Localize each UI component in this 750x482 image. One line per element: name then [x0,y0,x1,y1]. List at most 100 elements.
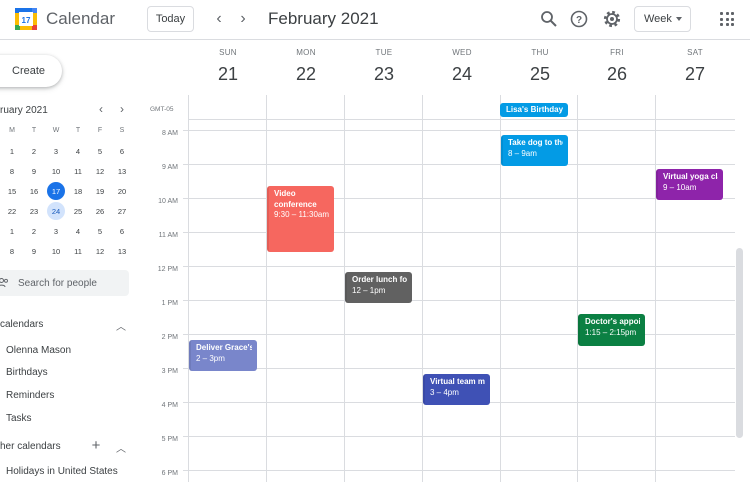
event-doctor[interactable]: Doctor's appointment 1:15 – 2:15pm [578,314,645,346]
mini-dow: S [119,126,125,134]
event-deliver-gift[interactable]: Deliver Grace's gift 2 – 3pm [189,340,257,371]
google-apps-grid-icon[interactable] [720,12,734,26]
calendar-item[interactable]: Reminders [6,390,54,401]
calendar-item[interactable]: Olenna Mason [6,345,71,356]
mini-prev-month-icon[interactable]: ‹ [94,102,108,116]
day-of-week: SUN [219,48,237,57]
next-week-button[interactable]: › [233,9,253,29]
event-time: 9 – 10am [663,182,697,192]
hour-line [183,130,735,131]
hour-label: 10 AM [158,198,178,205]
day-number: 22 [295,64,317,84]
search-people-input[interactable]: Search for people [0,270,129,296]
add-calendar-plus-icon[interactable]: + [90,437,102,454]
today-button[interactable]: Today [147,6,194,32]
mini-day[interactable]: 3 [47,222,65,240]
mini-day[interactable]: 18 [69,182,87,200]
day-header-thu[interactable]: THU 25 [501,48,579,85]
mini-day[interactable]: 12 [91,242,109,260]
mini-day[interactable]: 23 [25,202,43,220]
mini-day[interactable]: 8 [3,242,21,260]
day-number: 21 [217,64,239,84]
my-calendars-header[interactable]: calendars [0,319,43,330]
all-day-divider [188,119,735,120]
mini-next-month-icon[interactable]: › [115,102,129,116]
mini-day[interactable]: 25 [69,202,87,220]
hour-line [183,368,735,369]
day-of-week: THU [531,48,549,57]
day-of-week: WED [452,48,472,57]
hour-line [183,436,735,437]
mini-day[interactable]: 6 [113,222,131,240]
mini-day[interactable]: 13 [113,242,131,260]
view-selector[interactable]: Week [634,6,691,32]
mini-day[interactable]: 20 [113,182,131,200]
day-header-sun[interactable]: SUN 21 [189,48,267,85]
day-header-mon[interactable]: MON 22 [267,48,345,85]
mini-day[interactable]: 19 [91,182,109,200]
mini-day[interactable]: 16 [25,182,43,200]
mini-day[interactable]: 12 [91,162,109,180]
mini-day[interactable]: 2 [25,222,43,240]
mini-day[interactable]: 11 [69,162,87,180]
chevron-right-icon: › [240,10,246,27]
day-header-sat[interactable]: SAT 27 [656,48,734,85]
search-icon[interactable] [539,9,559,29]
mini-day[interactable]: 15 [3,182,21,200]
event-title: Virtual team meeting [430,377,485,386]
mini-day[interactable]: 4 [69,222,87,240]
mini-day[interactable]: 26 [91,202,109,220]
mini-day[interactable]: 5 [91,222,109,240]
event-video-conference[interactable]: Video conference 9:30 – 11:30am [267,186,334,252]
mini-day[interactable]: 5 [91,142,109,160]
help-icon[interactable]: ? [569,9,589,29]
chevron-up-icon[interactable]: ︿ [115,441,127,455]
event-yoga[interactable]: Virtual yoga class 9 – 10am [656,169,723,200]
mini-day[interactable]: 2 [25,142,43,160]
calendar-item[interactable]: Birthdays [6,367,48,378]
settings-gear-icon[interactable] [602,9,622,29]
current-month-title: February 2021 [268,9,379,28]
event-virtual-team[interactable]: Virtual team meeting 3 – 4pm [423,374,490,405]
hour-label: 1 PM [161,300,178,307]
mini-day[interactable]: 11 [69,242,87,260]
calendar-item[interactable]: Holidays in United States [6,466,118,477]
day-header-fri[interactable]: FRI 26 [578,48,656,85]
mini-day[interactable]: 22 [3,202,21,220]
event-dog-vet[interactable]: Take dog to the vet 8 – 9am [501,135,568,166]
mini-day-selected[interactable]: 24 [47,202,65,220]
mini-day[interactable]: 13 [113,162,131,180]
mini-day[interactable]: 9 [25,242,43,260]
hour-label: 9 AM [162,164,178,171]
hour-line [183,164,735,165]
day-number: 26 [606,64,628,84]
day-header-wed[interactable]: WED 24 [423,48,501,85]
hour-line [183,198,735,199]
day-number: 23 [373,64,395,84]
event-order-lunch[interactable]: Order lunch for office 12 – 1pm [345,272,412,303]
mini-day[interactable]: 27 [113,202,131,220]
hour-label: 3 PM [161,368,178,375]
chevron-up-icon[interactable]: ︿ [115,319,127,333]
hour-line [183,266,735,267]
mini-day-today[interactable]: 17 [47,182,65,200]
chevron-down-icon [676,17,682,21]
calendar-item[interactable]: Tasks [6,413,32,424]
day-header-tue[interactable]: TUE 23 [345,48,423,85]
other-calendars-header[interactable]: her calendars [0,441,61,452]
create-button[interactable]: Create [0,55,62,87]
mini-day[interactable]: 10 [47,242,65,260]
allday-event-birthday[interactable]: Lisa's Birthday [500,103,568,117]
search-people-placeholder: Search for people [18,277,97,289]
mini-day[interactable]: 6 [113,142,131,160]
mini-day[interactable]: 9 [25,162,43,180]
prev-week-button[interactable]: ‹ [209,9,229,29]
mini-dow: W [52,126,60,134]
mini-day[interactable]: 1 [3,142,21,160]
mini-day[interactable]: 1 [3,222,21,240]
grid-scrollbar[interactable] [736,248,743,438]
mini-day[interactable]: 8 [3,162,21,180]
mini-day[interactable]: 4 [69,142,87,160]
mini-day[interactable]: 3 [47,142,65,160]
mini-day[interactable]: 10 [47,162,65,180]
